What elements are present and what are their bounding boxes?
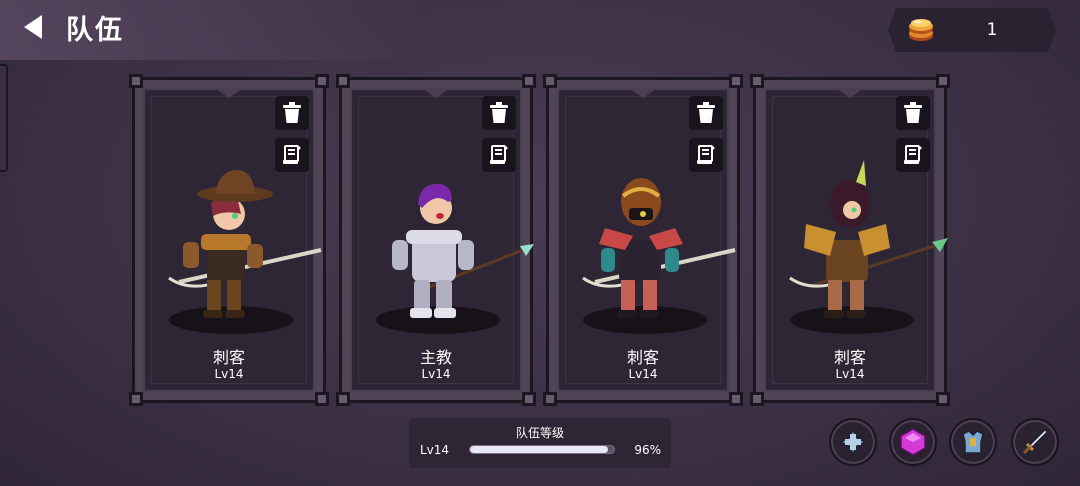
team-level-title: 队伍等级 (515, 426, 564, 440)
trash-icon (490, 102, 508, 123)
page-title: 队伍 (66, 15, 124, 46)
hero-card-2[interactable]: 主教 Lv14 (336, 74, 536, 406)
back-arrow-icon (24, 15, 42, 39)
back-button[interactable] (18, 12, 48, 42)
card-corner (543, 392, 557, 406)
sword-icon (1022, 429, 1048, 455)
hero-portrait-red-helmet-assassin (582, 178, 736, 334)
card-notch (422, 88, 450, 98)
chest-armor-icon (962, 430, 984, 454)
hero-portrait-cowboy-assassin (168, 170, 322, 334)
card-notch (629, 88, 657, 98)
team-level-value: Lv14 (420, 443, 450, 457)
hero-level: Lv14 (628, 367, 658, 381)
card-corner (315, 74, 329, 88)
card-notch (836, 88, 864, 98)
hero-card-1[interactable]: 刺客 Lv14 (129, 74, 329, 406)
side-drawer-tab[interactable] (0, 64, 8, 172)
card-corner (729, 74, 743, 88)
weapon-button[interactable] (1011, 418, 1059, 466)
hero-card-3[interactable]: 刺客 Lv14 (543, 74, 743, 406)
card-corner (522, 74, 536, 88)
card-corner (729, 392, 743, 406)
purple-gem-icon (900, 428, 926, 456)
armor-button[interactable] (949, 418, 997, 466)
card-corner (336, 392, 350, 406)
equipment-slot-button[interactable] (829, 418, 877, 466)
trash-icon (904, 102, 922, 123)
hero-level: Lv14 (421, 367, 451, 381)
delete-hero-button[interactable] (275, 96, 309, 130)
hero-portrait-gold-horned-assassin (789, 160, 948, 334)
card-corner (543, 74, 557, 88)
hero-level: Lv14 (835, 367, 865, 381)
card-corner (936, 392, 950, 406)
card-corner (936, 74, 950, 88)
hero-card-4[interactable]: 刺客 Lv14 (750, 74, 950, 406)
hero-name: 刺客 (626, 348, 659, 367)
currency-value: 1 (986, 20, 998, 40)
card-corner (750, 74, 764, 88)
gem-button[interactable] (889, 418, 937, 466)
crosshair-helmet-icon (839, 428, 867, 456)
card-corner (750, 392, 764, 406)
hero-name: 主教 (419, 348, 452, 367)
delete-hero-button[interactable] (896, 96, 930, 130)
hero-portrait-bishop (376, 183, 534, 334)
delete-hero-button[interactable] (482, 96, 516, 130)
coin-stack-icon (909, 19, 933, 41)
hero-name: 刺客 (212, 348, 245, 367)
hero-name: 刺客 (833, 348, 866, 367)
card-corner (522, 392, 536, 406)
delete-hero-button[interactable] (689, 96, 723, 130)
team-level-percent: 96% (634, 443, 661, 457)
team-level-panel: 队伍等级 Lv14 96% (409, 418, 671, 468)
trash-icon (697, 102, 715, 123)
trash-icon (283, 102, 301, 123)
card-corner (315, 392, 329, 406)
team-level-progress-bar (469, 445, 615, 454)
hero-level: Lv14 (214, 367, 244, 381)
team-level-progress-fill (470, 446, 609, 453)
card-corner (336, 74, 350, 88)
card-notch (215, 88, 243, 98)
topbar-glow (0, 0, 420, 60)
card-corner (129, 74, 143, 88)
card-corner (129, 392, 143, 406)
